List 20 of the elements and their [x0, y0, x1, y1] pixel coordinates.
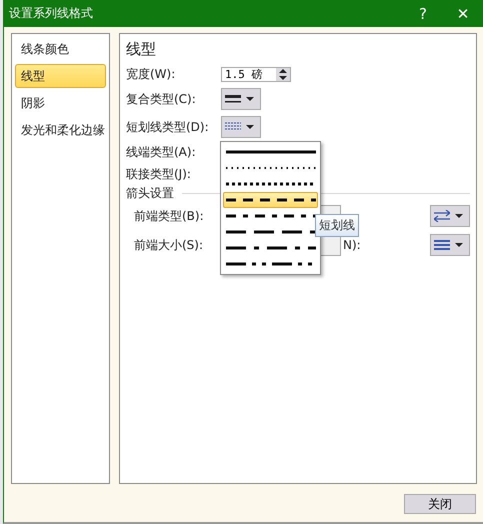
window-title: 设置系列线格式 [9, 5, 94, 22]
close-button[interactable]: ✕ [443, 0, 483, 27]
category-item[interactable]: 阴影 [15, 91, 106, 115]
field-label: N): [343, 238, 361, 252]
category-item[interactable]: 线型 [15, 64, 106, 88]
field-label: 前端大小(S): [134, 236, 204, 254]
field-label: 联接类型(J): [126, 166, 192, 182]
field-label: 复合类型(C): [126, 90, 197, 108]
section-heading: 线型 [126, 40, 157, 59]
group-heading: 箭头设置 [126, 184, 174, 202]
field-label: 短划线类型(D): [126, 118, 210, 136]
field-label: 宽度(W): [126, 66, 176, 82]
close-dialog-button[interactable]: 关闭 [404, 494, 476, 514]
width-spinner[interactable]: 1.5 磅 [221, 66, 291, 82]
field-label: 线端类型(A): [126, 144, 197, 160]
tooltip: 短划线 [315, 214, 359, 237]
category-item[interactable]: 线条颜色 [15, 37, 106, 61]
category-item[interactable]: 发光和柔化边缘 [15, 118, 106, 142]
field-label: 前端类型(B): [134, 208, 205, 224]
help-button[interactable]: ? [403, 0, 443, 27]
